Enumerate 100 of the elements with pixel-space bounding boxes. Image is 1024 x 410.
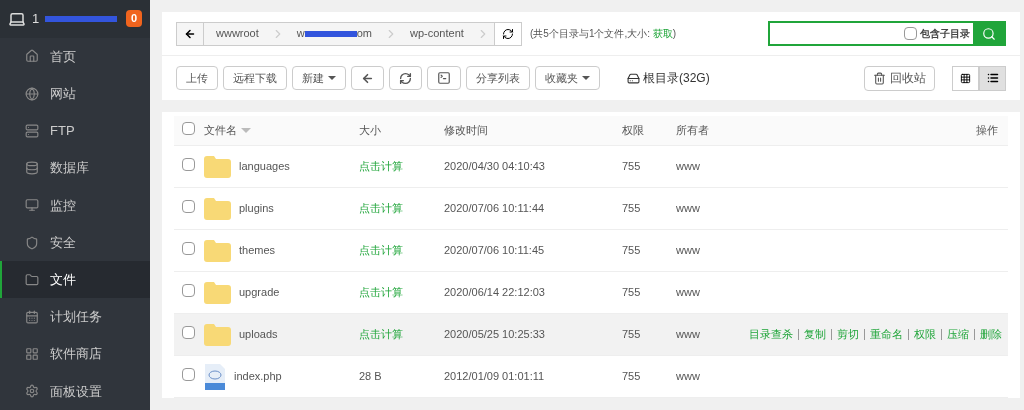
file-name[interactable]: themes <box>239 242 276 259</box>
arrow-left-icon <box>361 71 374 85</box>
folder-icon <box>25 272 39 287</box>
shield-icon <box>25 235 39 250</box>
file-name[interactable]: plugins <box>239 200 274 217</box>
monitor-icon <box>25 198 39 213</box>
globe-icon <box>25 86 39 101</box>
checkbox[interactable] <box>182 325 195 339</box>
owner: www <box>676 159 701 175</box>
sidebar-item[interactable]: 网站 <box>0 75 150 113</box>
sidebar-item[interactable]: 软件商店 <box>0 335 150 373</box>
owner: www <box>676 201 701 217</box>
file-row[interactable]: uploads 点击计算 2020/05/25 10:25:33 755 www 目录查杀 复制 剪切 重命名 权限 压缩 删除 <box>174 314 1008 356</box>
owner: www <box>676 285 701 301</box>
modified-time: 2020/07/06 10:11:44 <box>444 201 546 217</box>
sort-icon <box>241 128 251 133</box>
database-icon <box>25 161 39 176</box>
disk-label: 根目录(32G) <box>627 69 710 87</box>
owner: www <box>676 243 701 259</box>
sidebar-item[interactable]: 监控 <box>0 186 150 224</box>
modified-time: 2020/04/30 04:10:43 <box>444 159 546 175</box>
grid-icon <box>25 347 39 362</box>
toolbar-button[interactable]: 分享列表 <box>466 66 530 90</box>
refresh-button[interactable] <box>389 66 422 90</box>
grid-icon <box>960 72 971 84</box>
sidebar-item[interactable]: 数据库 <box>0 149 150 187</box>
modified-time: 2020/05/25 10:25:33 <box>444 327 546 343</box>
column-header: 大小 <box>359 123 382 139</box>
folder-icon <box>204 155 231 178</box>
refresh-icon <box>399 71 412 85</box>
checkbox[interactable] <box>182 241 195 255</box>
arrow-left-icon <box>184 27 196 40</box>
column-header[interactable]: 文件名 <box>204 122 359 139</box>
notification-badge: 0 <box>125 10 142 28</box>
sidebar-item[interactable]: 文件 <box>0 261 150 299</box>
column-header: 所有者 <box>676 123 710 139</box>
search-button[interactable] <box>973 23 1004 44</box>
grid-view-button[interactable] <box>952 65 979 91</box>
breadcrumb[interactable]: wwwroot <box>204 22 271 45</box>
settings-icon <box>25 384 39 399</box>
sidebar-item[interactable]: 首页 <box>0 37 150 76</box>
owner: www <box>676 327 701 343</box>
caret-icon <box>328 76 336 80</box>
sidebar-item[interactable]: 面板设置 <box>0 372 150 410</box>
recycle-bin-button[interactable]: 回收站 <box>864 65 935 91</box>
toolbar-button[interactable]: 上传 <box>176 66 218 90</box>
search-field[interactable]: 包含子目录 <box>768 21 1006 46</box>
sidebar-item[interactable]: FTP <box>0 112 150 150</box>
subdirectory-label: 包含子目录 <box>919 27 971 41</box>
file-name[interactable]: index.php <box>234 368 282 385</box>
dropdown-button[interactable]: 收藏夹 <box>535 66 600 90</box>
directory-summary: (共5个目录与1个文件,大小: 获取) <box>530 27 677 41</box>
modified-time: 2012/01/09 01:01:11 <box>444 369 546 385</box>
back-button[interactable] <box>351 66 384 90</box>
dropdown-button[interactable]: 新建 <box>292 66 346 90</box>
checkbox[interactable] <box>904 27 917 40</box>
search-icon <box>981 26 996 41</box>
host-address: 1 <box>32 10 40 29</box>
refresh-icon <box>502 27 514 40</box>
modified-time: 2020/06/14 22:12:03 <box>444 285 546 301</box>
file-name[interactable]: uploads <box>239 326 278 343</box>
home-icon <box>25 49 39 64</box>
list-view-button[interactable] <box>979 65 1006 91</box>
breadcrumb[interactable]: wp-content <box>398 22 476 45</box>
checkbox[interactable] <box>182 367 195 381</box>
toolbar-button[interactable]: 远程下载 <box>223 66 287 90</box>
permission: 755 <box>622 201 642 217</box>
sidebar-item[interactable]: 计划任务 <box>0 298 150 336</box>
checkbox[interactable] <box>182 199 195 213</box>
caret-icon <box>582 76 590 80</box>
column-header: 操作 <box>976 123 999 139</box>
list-icon <box>986 72 999 84</box>
permission: 755 <box>622 243 642 259</box>
folder-icon <box>204 323 231 346</box>
terminal-button[interactable] <box>427 66 461 90</box>
folder-icon <box>204 239 231 262</box>
trash-icon <box>873 71 886 85</box>
modified-time: 2020/07/06 10:11:45 <box>444 243 546 259</box>
owner: www <box>676 369 701 385</box>
column-header: 权限 <box>622 123 645 139</box>
permission: 755 <box>622 369 642 385</box>
file-name[interactable]: languages <box>239 158 290 175</box>
folder-icon <box>204 197 231 220</box>
checkbox[interactable] <box>182 121 195 135</box>
terminal-icon <box>437 71 451 85</box>
permission: 755 <box>622 285 642 301</box>
refresh-button[interactable] <box>494 22 521 45</box>
file-name[interactable]: upgrade <box>239 284 280 301</box>
breadcrumb[interactable]: w om <box>284 22 385 45</box>
permission: 755 <box>622 327 642 343</box>
checkbox[interactable] <box>182 283 195 297</box>
calendar-icon <box>25 309 39 324</box>
sidebar-item[interactable]: 安全 <box>0 223 150 262</box>
server-icon <box>25 123 39 138</box>
folder-icon <box>204 281 231 304</box>
file-size: 28 B <box>359 369 383 385</box>
php-file-icon <box>204 363 226 390</box>
column-header: 修改时间 <box>444 123 489 139</box>
checkbox[interactable] <box>182 157 195 171</box>
permission: 755 <box>622 159 642 175</box>
